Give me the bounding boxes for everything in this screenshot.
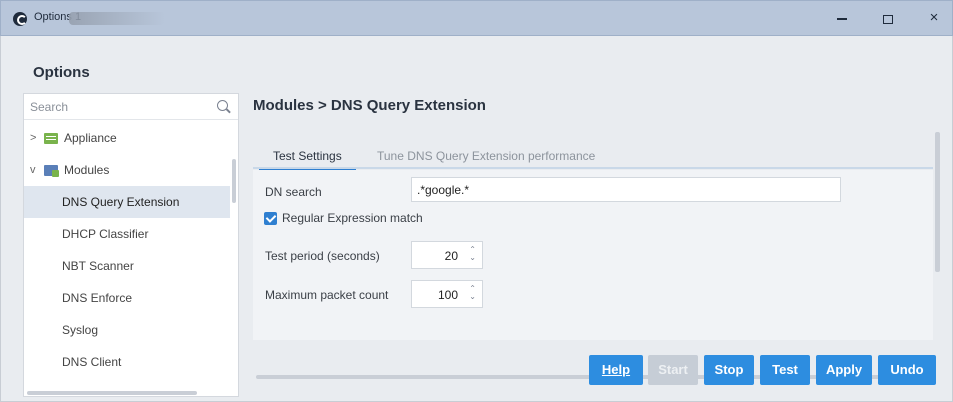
sidebar: > Appliance v Modules DNS Query Extensio… <box>23 93 239 397</box>
chevron-down-icon[interactable]: v <box>30 154 40 186</box>
breadcrumb: Modules > DNS Query Extension <box>253 97 486 114</box>
maximize-button[interactable] <box>865 1 911 35</box>
regex-match-label[interactable]: Regular Expression match <box>282 211 423 225</box>
maximize-icon <box>883 14 893 24</box>
dn-search-input[interactable] <box>411 177 841 202</box>
tab-tune-performance[interactable]: Tune DNS Query Extension performance <box>377 143 595 169</box>
dn-search-label: DN search <box>265 185 322 199</box>
search-icon[interactable] <box>217 100 228 111</box>
spinner-arrows-icon[interactable]: ⌃ ⌄ <box>469 285 476 301</box>
start-button: Start <box>648 355 698 385</box>
title-redaction <box>69 12 165 25</box>
chevron-right-icon[interactable]: > <box>30 122 40 154</box>
tab-test-settings[interactable]: Test Settings <box>259 143 356 171</box>
app-logo-icon <box>13 12 27 26</box>
test-period-label: Test period (seconds) <box>265 249 380 263</box>
test-period-value[interactable]: 20 <box>445 249 458 263</box>
max-packet-count-stepper[interactable]: 100 ⌃ ⌄ <box>411 280 483 308</box>
options-tree: > Appliance v Modules DNS Query Extensio… <box>24 122 230 378</box>
minimize-button[interactable] <box>819 1 865 35</box>
stop-button[interactable]: Stop <box>704 355 754 385</box>
options-heading: Options <box>33 64 90 81</box>
minimize-icon <box>837 18 847 21</box>
search-input[interactable] <box>30 99 210 115</box>
max-packet-count-label: Maximum packet count <box>265 288 389 302</box>
tab-bar: Test Settings Tune DNS Query Extension p… <box>253 143 933 171</box>
tree-item-dns-query-extension[interactable]: DNS Query Extension <box>24 186 230 218</box>
tree-item-appliance[interactable]: > Appliance <box>24 122 230 154</box>
search-box <box>24 94 238 120</box>
tree-item-dns-enforce[interactable]: DNS Enforce <box>24 282 230 314</box>
tree-item-label: Appliance <box>64 131 117 145</box>
appliance-icon <box>44 133 58 144</box>
regex-match-checkbox[interactable] <box>264 212 277 225</box>
undo-button[interactable]: Undo <box>878 355 936 385</box>
tree-item-label: Modules <box>64 163 110 177</box>
sidebar-horizontal-scrollbar[interactable] <box>27 391 197 395</box>
help-button[interactable]: Help <box>589 355 643 385</box>
content-vertical-scrollbar[interactable] <box>935 132 940 272</box>
max-packet-count-value[interactable]: 100 <box>438 288 458 302</box>
spinner-arrows-icon[interactable]: ⌃ ⌄ <box>469 246 476 262</box>
tree-item-dhcp-classifier[interactable]: DHCP Classifier <box>24 218 230 250</box>
tree-item-dns-client[interactable]: DNS Client <box>24 346 230 378</box>
test-settings-form: DN search Regular Expression match Test … <box>253 170 933 340</box>
tree-item-modules[interactable]: v Modules <box>24 154 230 186</box>
apply-button[interactable]: Apply <box>816 355 872 385</box>
test-period-stepper[interactable]: 20 ⌃ ⌄ <box>411 241 483 269</box>
title-bar: Options 1 × <box>0 0 953 36</box>
modules-icon <box>44 165 59 177</box>
close-button[interactable]: × <box>911 1 953 35</box>
options-window-body: Options > Appliance v Modules DNS Query … <box>0 36 953 402</box>
tree-item-syslog[interactable]: Syslog <box>24 314 230 346</box>
tree-item-nbt-scanner[interactable]: NBT Scanner <box>24 250 230 282</box>
test-button[interactable]: Test <box>760 355 810 385</box>
sidebar-vertical-scrollbar[interactable] <box>232 159 236 203</box>
